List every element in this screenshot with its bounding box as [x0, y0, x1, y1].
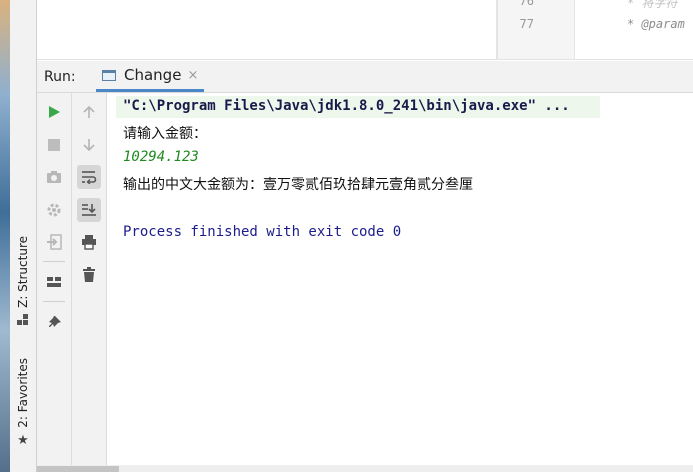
run-tool-window-header: Run: Change ×: [37, 61, 693, 93]
console-output[interactable]: "C:\Program Files\Java\jdk1.8.0_241\bin\…: [108, 93, 693, 465]
desktop-background-strip: [0, 0, 10, 472]
favorites-tab[interactable]: 2: Favorites ★: [10, 358, 36, 448]
star-icon: ★: [17, 432, 29, 448]
code-comment-line: * 将字符: [627, 0, 678, 10]
console-user-input: 10294.123: [123, 149, 199, 165]
run-tab-change[interactable]: Change ×: [96, 61, 205, 92]
code-comment-line: * @param: [627, 17, 685, 31]
run-tab-label: Change: [124, 66, 182, 84]
camera-icon[interactable]: [42, 165, 66, 189]
console-prompt: 请输入金额：: [123, 126, 207, 142]
stop-icon[interactable]: [42, 133, 66, 157]
structure-icon: [17, 313, 29, 330]
code-editor[interactable]: 76 77 * 将字符 * @param: [37, 0, 693, 60]
gear-icon[interactable]: [42, 198, 66, 222]
run-toolbar-primary: [37, 93, 72, 465]
pin-icon[interactable]: [42, 311, 66, 335]
login-icon[interactable]: [42, 230, 66, 254]
structure-tab[interactable]: Z: Structure: [10, 236, 36, 330]
horizontal-scrollbar[interactable]: [37, 465, 693, 472]
favorites-tab-label: 2: Favorites: [16, 358, 30, 428]
scrollbar-thumb[interactable]: [37, 466, 119, 472]
arrow-up-icon[interactable]: [77, 100, 101, 124]
java-command-line[interactable]: "C:\Program Files\Java\jdk1.8.0_241\bin\…: [123, 98, 570, 114]
run-icon[interactable]: [42, 100, 66, 124]
layout-icon[interactable]: [42, 270, 66, 294]
close-icon[interactable]: ×: [187, 68, 198, 83]
soft-wrap-icon[interactable]: [77, 165, 101, 189]
arrow-down-icon[interactable]: [77, 133, 101, 157]
line-number: 76: [519, 0, 534, 8]
left-tool-stripe: Z: Structure 2: Favorites ★: [10, 0, 37, 472]
trash-icon[interactable]: [77, 263, 101, 287]
console-output-line: 输出的中文大金额为：壹万零贰佰玖拾肆元壹角贰分叁厘: [123, 177, 473, 193]
run-toolbar-secondary: [72, 93, 107, 465]
line-number: 77: [519, 17, 534, 31]
run-title: Run:: [44, 69, 76, 85]
process-exit-message: Process finished with exit code 0: [123, 224, 402, 240]
editor-gutter: 76 77: [498, 0, 575, 60]
console-tab-icon: [102, 69, 116, 81]
print-icon[interactable]: [77, 230, 101, 254]
structure-tab-label: Z: Structure: [16, 236, 30, 308]
scroll-to-end-icon[interactable]: [77, 198, 101, 222]
